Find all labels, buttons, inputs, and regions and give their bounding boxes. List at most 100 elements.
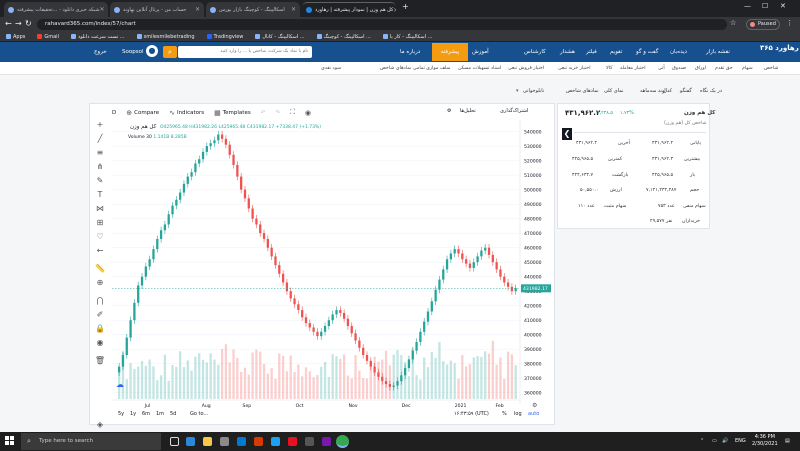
- range-5y[interactable]: 5y: [118, 411, 124, 417]
- close-icon[interactable]: ✕: [195, 6, 200, 13]
- subnav-dividend[interactable]: سود نقدی: [321, 66, 341, 71]
- favorites-icon[interactable]: ◈: [93, 420, 107, 429]
- interval-button[interactable]: D: [112, 110, 116, 116]
- range-1y[interactable]: 1y: [130, 411, 136, 417]
- close-icon[interactable]: ✕: [291, 6, 296, 13]
- bookmark-tradingview[interactable]: Tradingview: [206, 34, 243, 40]
- compare-button[interactable]: ⊕ Compare: [126, 109, 159, 117]
- redo-icon[interactable]: ↷: [275, 110, 280, 116]
- pitchfork-icon[interactable]: ⋔: [93, 162, 107, 171]
- subnav-housing[interactable]: اسناد تسهیلات مسکن: [458, 66, 501, 71]
- collapse-panel-button[interactable]: ❮: [562, 128, 572, 140]
- window-close-icon[interactable]: ✕: [780, 2, 786, 10]
- templates-button[interactable]: ▦ Templates: [214, 109, 251, 117]
- windows-start-icon[interactable]: [5, 436, 15, 446]
- subnav-stock[interactable]: سهام: [742, 66, 753, 71]
- profile-paused-button[interactable]: Paused: [746, 19, 780, 30]
- browser-tab-1[interactable]: شبکه خبری دانلود - ...تحقیقات پیشرفته ✕: [4, 2, 108, 17]
- new-tab-button[interactable]: +: [402, 2, 409, 11]
- bookmark-scalping-2[interactable]: اسکالپینگ - کوچینگ ...: [316, 34, 371, 40]
- maps-icon[interactable]: [288, 437, 297, 446]
- subnav-commodity[interactable]: کالا: [606, 66, 612, 71]
- office-icon[interactable]: [254, 437, 263, 446]
- bookmark-smile[interactable]: smilesmilebetrading: [136, 34, 195, 40]
- horizontal-lines-icon[interactable]: ≡: [93, 148, 107, 157]
- back-icon[interactable]: ←: [5, 19, 12, 28]
- app-icon-2[interactable]: [322, 437, 331, 446]
- menu-kebab-icon[interactable]: ⋮: [786, 19, 793, 27]
- forward-icon[interactable]: →: [15, 19, 22, 28]
- log-toggle[interactable]: log: [514, 411, 522, 417]
- nav-market-map[interactable]: نقشه بازار: [706, 49, 730, 55]
- network-icon[interactable]: ▭: [712, 438, 717, 444]
- subnav-all-index-symbols[interactable]: تمامی نمادهای شاخص: [380, 66, 425, 71]
- utc-clock[interactable]: ۱۶:۴۳:۵۹ (UTC): [454, 411, 489, 417]
- file-explorer-icon[interactable]: [203, 437, 212, 446]
- prediction-icon[interactable]: ⊞: [93, 218, 107, 227]
- nav-filter[interactable]: فیلتر: [586, 49, 597, 55]
- chrome-icon[interactable]: [336, 435, 349, 448]
- share-button[interactable]: اشتراک‌گذاری: [500, 108, 528, 114]
- close-icon[interactable]: ✕: [393, 7, 396, 14]
- taskbar-clock[interactable]: 4:36 PM 2/30/2021: [752, 434, 778, 448]
- hide-drawings-icon[interactable]: ◉: [305, 109, 311, 117]
- reload-icon[interactable]: ↻: [25, 19, 32, 28]
- fullscreen-icon[interactable]: ⛶: [290, 108, 295, 117]
- telegram-icon[interactable]: [271, 437, 280, 446]
- brush-icon[interactable]: ✎: [93, 176, 107, 185]
- app-icon[interactable]: [305, 437, 314, 446]
- language-indicator[interactable]: ENG: [735, 438, 746, 444]
- undo-icon[interactable]: ↶: [261, 110, 266, 116]
- magnet-icon[interactable]: ⋂: [93, 296, 107, 305]
- analysis-button[interactable]: تحلیل‌ها: [460, 108, 476, 114]
- eye-icon[interactable]: ◉: [93, 338, 107, 347]
- bookmark-gmail[interactable]: Gmail: [37, 34, 59, 40]
- price-chart[interactable]: 360000 370000 380000 390000 400000 410000 4200…: [112, 120, 552, 410]
- task-view-icon[interactable]: [170, 437, 179, 446]
- zoom-icon[interactable]: ⊕: [93, 278, 107, 287]
- nav-alert[interactable]: هشدار: [560, 49, 575, 55]
- auto-toggle[interactable]: auto: [528, 411, 539, 417]
- crumb-tape-reading[interactable]: تابلوخوانی: [523, 88, 544, 94]
- tray-chevron-icon[interactable]: ⌃: [700, 438, 704, 444]
- taskbar-search[interactable]: Type here to search: [21, 433, 161, 450]
- crumb-index-symbols[interactable]: نمادهای شاخص: [566, 88, 599, 94]
- text-tool-icon[interactable]: T: [93, 190, 107, 199]
- back-arrow-icon[interactable]: ←: [93, 246, 107, 255]
- percent-toggle[interactable]: %: [502, 411, 507, 417]
- stay-in-drawing-icon[interactable]: ✐: [93, 310, 107, 319]
- user-avatar-icon[interactable]: ●: [146, 45, 158, 57]
- subnav-index[interactable]: شاخص: [764, 66, 778, 71]
- subnav-rights[interactable]: حق تقدم: [715, 66, 733, 71]
- subnav-options[interactable]: اختیار معامله: [620, 66, 646, 71]
- star-icon[interactable]: ☆: [730, 19, 736, 27]
- user-name[interactable]: Soopsol: [122, 49, 143, 55]
- store-icon[interactable]: [220, 437, 229, 446]
- range-1m[interactable]: 1m: [156, 411, 164, 417]
- subnav-bonds[interactable]: اوراق: [695, 66, 706, 71]
- browser-tab-2[interactable]: حساب من - پرتال آنلاین نهاوند ✕: [110, 2, 204, 17]
- notifications-icon[interactable]: ▤: [785, 438, 790, 444]
- close-icon[interactable]: ✕: [100, 6, 105, 13]
- edge-icon[interactable]: [186, 437, 195, 446]
- bookmark-apps[interactable]: Apps: [6, 34, 25, 40]
- premium-button[interactable]: پیشرفته: [432, 43, 468, 61]
- nav-calendar[interactable]: تقویم: [610, 49, 622, 55]
- lock-icon[interactable]: 🔒: [93, 324, 107, 333]
- bookmark-speedtest[interactable]: تست سرعت دانلود ...: [70, 34, 125, 40]
- search-icon[interactable]: ⌕: [163, 46, 177, 58]
- subnav-call-options[interactable]: اختیار خرید تبعی: [558, 66, 591, 71]
- nav-learning[interactable]: آموزش: [472, 49, 489, 55]
- crumb-codal[interactable]: کدال: [662, 88, 672, 94]
- icon-tool-icon[interactable]: ♡: [93, 232, 107, 241]
- symbol-search-input[interactable]: نام یا نماد یک شرکت، شاخص یا ... را وارد…: [178, 46, 312, 58]
- pattern-icon[interactable]: ⋈: [93, 204, 107, 213]
- minimize-icon[interactable]: —: [744, 2, 751, 10]
- nav-watchlist[interactable]: دیده‌بان: [670, 49, 687, 55]
- goto-button[interactable]: Go to...: [190, 411, 208, 417]
- trash-icon[interactable]: 🗑: [93, 356, 107, 365]
- site-logo[interactable]: رهاورد ۳۶۵: [760, 44, 799, 52]
- bookmark-scalping-1[interactable]: اسکالپینگ - کانال ...: [255, 34, 305, 40]
- bookmark-scalping-3[interactable]: اسکالپینگ - کار با ...: [382, 34, 432, 40]
- range-5d[interactable]: 5d: [170, 411, 176, 417]
